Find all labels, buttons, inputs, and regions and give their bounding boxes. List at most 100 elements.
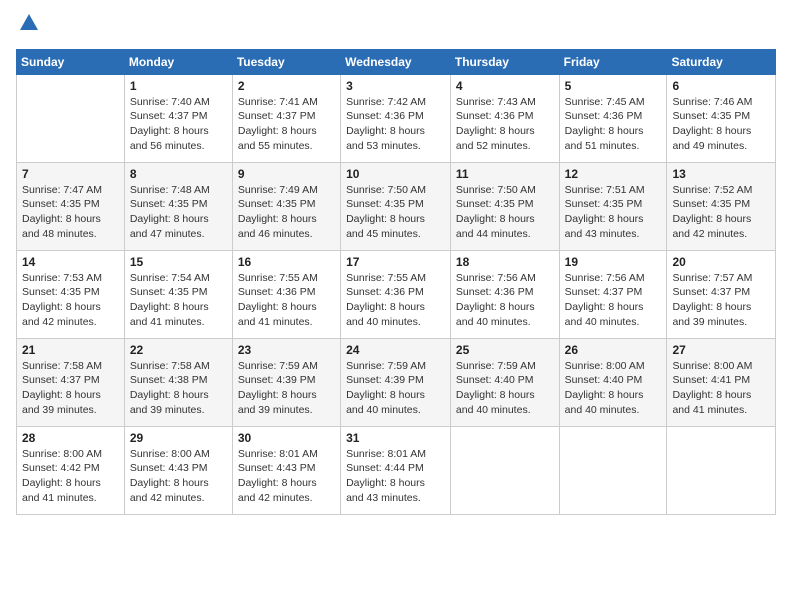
day-info: Sunrise: 7:49 AM Sunset: 4:35 PM Dayligh… — [238, 183, 335, 242]
day-info: Sunrise: 8:00 AM Sunset: 4:43 PM Dayligh… — [130, 447, 227, 506]
day-number: 4 — [456, 79, 554, 93]
calendar-cell: 8 Sunrise: 7:48 AM Sunset: 4:35 PM Daylig… — [124, 162, 232, 250]
day-number: 26 — [565, 343, 662, 357]
day-number: 23 — [238, 343, 335, 357]
day-number: 16 — [238, 255, 335, 269]
calendar-cell: 6Sunrise: 7:46 AM Sunset: 4:35 PM Daylig… — [667, 74, 776, 162]
header — [16, 12, 776, 39]
day-info: Sunrise: 7:42 AM Sunset: 4:36 PM Dayligh… — [346, 95, 445, 154]
calendar-cell: 21Sunrise: 7:58 AM Sunset: 4:37 PM Dayli… — [17, 338, 125, 426]
calendar-week-5: 28 Sunrise: 8:00 AM Sunset: 4:42 PM Dayli… — [17, 426, 776, 514]
day-number: 30 — [238, 431, 335, 445]
calendar-cell: 12 Sunrise: 7:51 AM Sunset: 4:35 PM Dayli… — [559, 162, 667, 250]
day-number: 10 — [346, 167, 445, 181]
weekday-header-tuesday: Tuesday — [232, 49, 340, 74]
day-info: Sunrise: 7:59 AM Sunset: 4:39 PM Dayligh… — [238, 359, 335, 418]
calendar-week-4: 21Sunrise: 7:58 AM Sunset: 4:37 PM Dayli… — [17, 338, 776, 426]
day-info: Sunrise: 7:59 AM Sunset: 4:40 PM Dayligh… — [456, 359, 554, 418]
day-info: Sunrise: 8:00 AM Sunset: 4:41 PM Dayligh… — [672, 359, 770, 418]
calendar-cell: 18 Sunrise: 7:56 AM Sunset: 4:36 PM Dayli… — [450, 250, 559, 338]
day-number: 31 — [346, 431, 445, 445]
weekday-header-thursday: Thursday — [450, 49, 559, 74]
weekday-header-sunday: Sunday — [17, 49, 125, 74]
calendar-cell: 5Sunrise: 7:45 AM Sunset: 4:36 PM Daylig… — [559, 74, 667, 162]
day-info: Sunrise: 7:43 AM Sunset: 4:36 PM Dayligh… — [456, 95, 554, 154]
calendar-cell: 15 Sunrise: 7:54 AM Sunset: 4:35 PM Dayli… — [124, 250, 232, 338]
calendar-week-2: 7 Sunrise: 7:47 AM Sunset: 4:35 PM Daylig… — [17, 162, 776, 250]
weekday-header-row: SundayMondayTuesdayWednesdayThursdayFrid… — [17, 49, 776, 74]
day-number: 19 — [565, 255, 662, 269]
weekday-header-saturday: Saturday — [667, 49, 776, 74]
day-info: Sunrise: 7:56 AM Sunset: 4:36 PM Dayligh… — [456, 271, 554, 330]
calendar-cell: 20 Sunrise: 7:57 AM Sunset: 4:37 PM Dayli… — [667, 250, 776, 338]
day-number: 18 — [456, 255, 554, 269]
calendar-cell: 3Sunrise: 7:42 AM Sunset: 4:36 PM Daylig… — [341, 74, 451, 162]
day-number: 12 — [565, 167, 662, 181]
calendar-cell: 13 Sunrise: 7:52 AM Sunset: 4:35 PM Dayli… — [667, 162, 776, 250]
day-info: Sunrise: 8:01 AM Sunset: 4:43 PM Dayligh… — [238, 447, 335, 506]
calendar-cell — [559, 426, 667, 514]
day-number: 11 — [456, 167, 554, 181]
day-number: 25 — [456, 343, 554, 357]
day-number: 29 — [130, 431, 227, 445]
day-number: 22 — [130, 343, 227, 357]
calendar-cell: 23 Sunrise: 7:59 AM Sunset: 4:39 PM Dayli… — [232, 338, 340, 426]
day-info: Sunrise: 7:55 AM Sunset: 4:36 PM Dayligh… — [346, 271, 445, 330]
calendar-cell: 29 Sunrise: 8:00 AM Sunset: 4:43 PM Dayli… — [124, 426, 232, 514]
day-number: 15 — [130, 255, 227, 269]
logo-text — [16, 12, 40, 39]
calendar-cell: 2Sunrise: 7:41 AM Sunset: 4:37 PM Daylig… — [232, 74, 340, 162]
day-info: Sunrise: 7:53 AM Sunset: 4:35 PM Dayligh… — [22, 271, 119, 330]
calendar-cell — [667, 426, 776, 514]
calendar-week-1: 1 Sunrise: 7:40 AM Sunset: 4:37 PM Daylig… — [17, 74, 776, 162]
calendar-cell: 31 Sunrise: 8:01 AM Sunset: 4:44 PM Dayli… — [341, 426, 451, 514]
day-info: Sunrise: 7:59 AM Sunset: 4:39 PM Dayligh… — [346, 359, 445, 418]
calendar-cell: 14 Sunrise: 7:53 AM Sunset: 4:35 PM Dayli… — [17, 250, 125, 338]
day-info: Sunrise: 7:52 AM Sunset: 4:35 PM Dayligh… — [672, 183, 770, 242]
day-number: 7 — [22, 167, 119, 181]
day-info: Sunrise: 7:51 AM Sunset: 4:35 PM Dayligh… — [565, 183, 662, 242]
calendar-table: SundayMondayTuesdayWednesdayThursdayFrid… — [16, 49, 776, 515]
day-info: Sunrise: 7:50 AM Sunset: 4:35 PM Dayligh… — [456, 183, 554, 242]
day-info: Sunrise: 8:01 AM Sunset: 4:44 PM Dayligh… — [346, 447, 445, 506]
day-number: 13 — [672, 167, 770, 181]
calendar-cell: 22Sunrise: 7:58 AM Sunset: 4:38 PM Dayli… — [124, 338, 232, 426]
calendar-cell: 11 Sunrise: 7:50 AM Sunset: 4:35 PM Dayli… — [450, 162, 559, 250]
logo-icon — [18, 12, 40, 34]
day-number: 21 — [22, 343, 119, 357]
weekday-header-monday: Monday — [124, 49, 232, 74]
day-number: 17 — [346, 255, 445, 269]
day-number: 1 — [130, 79, 227, 93]
day-info: Sunrise: 7:48 AM Sunset: 4:35 PM Dayligh… — [130, 183, 227, 242]
calendar-cell — [17, 74, 125, 162]
day-number: 8 — [130, 167, 227, 181]
weekday-header-friday: Friday — [559, 49, 667, 74]
day-number: 14 — [22, 255, 119, 269]
calendar-cell: 30 Sunrise: 8:01 AM Sunset: 4:43 PM Dayli… — [232, 426, 340, 514]
day-number: 24 — [346, 343, 445, 357]
day-number: 6 — [672, 79, 770, 93]
day-info: Sunrise: 7:40 AM Sunset: 4:37 PM Dayligh… — [130, 95, 227, 154]
calendar-cell: 10 Sunrise: 7:50 AM Sunset: 4:35 PM Dayli… — [341, 162, 451, 250]
calendar-cell: 25 Sunrise: 7:59 AM Sunset: 4:40 PM Dayli… — [450, 338, 559, 426]
calendar-week-3: 14 Sunrise: 7:53 AM Sunset: 4:35 PM Dayli… — [17, 250, 776, 338]
day-info: Sunrise: 7:57 AM Sunset: 4:37 PM Dayligh… — [672, 271, 770, 330]
logo — [16, 12, 40, 39]
calendar-cell — [450, 426, 559, 514]
day-info: Sunrise: 7:50 AM Sunset: 4:35 PM Dayligh… — [346, 183, 445, 242]
day-number: 20 — [672, 255, 770, 269]
page-container: SundayMondayTuesdayWednesdayThursdayFrid… — [0, 0, 792, 523]
calendar-cell: 16Sunrise: 7:55 AM Sunset: 4:36 PM Dayli… — [232, 250, 340, 338]
calendar-cell: 28 Sunrise: 8:00 AM Sunset: 4:42 PM Dayli… — [17, 426, 125, 514]
day-info: Sunrise: 7:45 AM Sunset: 4:36 PM Dayligh… — [565, 95, 662, 154]
day-number: 9 — [238, 167, 335, 181]
calendar-cell: 17 Sunrise: 7:55 AM Sunset: 4:36 PM Dayli… — [341, 250, 451, 338]
day-number: 28 — [22, 431, 119, 445]
calendar-cell: 24 Sunrise: 7:59 AM Sunset: 4:39 PM Dayli… — [341, 338, 451, 426]
day-number: 27 — [672, 343, 770, 357]
calendar-cell: 7 Sunrise: 7:47 AM Sunset: 4:35 PM Daylig… — [17, 162, 125, 250]
day-info: Sunrise: 7:47 AM Sunset: 4:35 PM Dayligh… — [22, 183, 119, 242]
day-info: Sunrise: 7:54 AM Sunset: 4:35 PM Dayligh… — [130, 271, 227, 330]
weekday-header-wednesday: Wednesday — [341, 49, 451, 74]
day-info: Sunrise: 8:00 AM Sunset: 4:42 PM Dayligh… — [22, 447, 119, 506]
